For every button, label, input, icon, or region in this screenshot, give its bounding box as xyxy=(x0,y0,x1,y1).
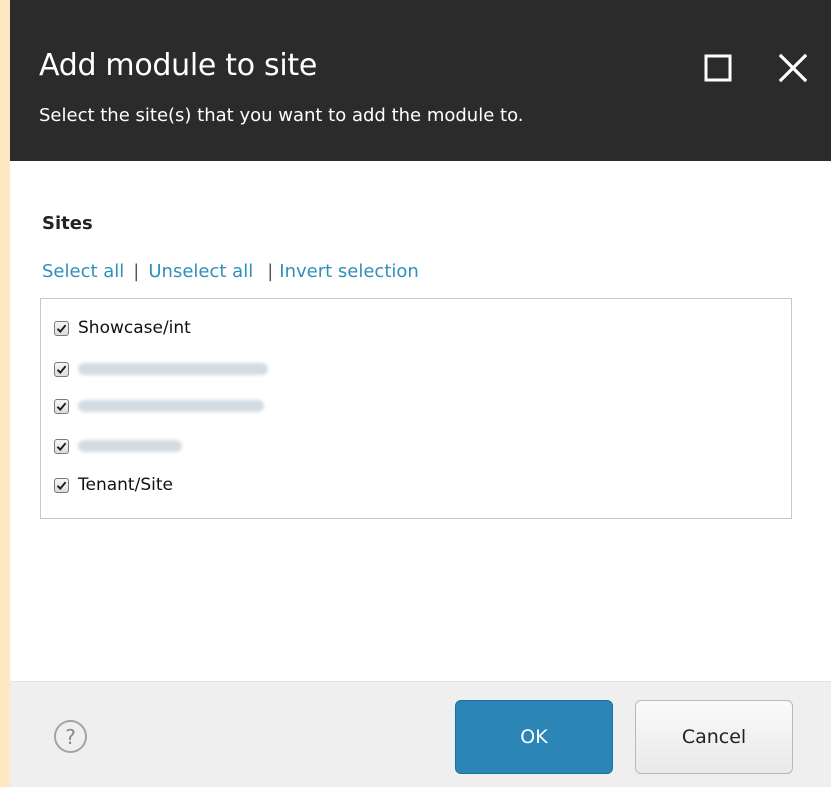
unselect-all-link[interactable]: Unselect all xyxy=(148,261,253,282)
site-checkbox[interactable] xyxy=(54,438,69,454)
close-button[interactable] xyxy=(775,50,811,86)
site-checkbox[interactable] xyxy=(54,477,69,493)
maximize-button[interactable] xyxy=(700,50,736,86)
dialog-title: Add module to site xyxy=(39,48,318,83)
dialog-content: Sites Select all | Unselect all | Invert sel… xyxy=(10,161,831,681)
site-item: Tenant/Site xyxy=(54,473,173,497)
help-icon: ? xyxy=(65,724,76,749)
site-item: Showcase/int xyxy=(54,316,191,340)
site-label: Showcase/int xyxy=(78,318,191,338)
site-item xyxy=(54,434,182,458)
checkmark-icon xyxy=(56,365,67,374)
site-label: Tenant/Site xyxy=(78,475,173,495)
site-label-redacted xyxy=(78,363,268,375)
link-separator: | xyxy=(267,261,274,282)
link-separator: | xyxy=(133,261,140,282)
dialog-subtitle: Select the site(s) that you want to add … xyxy=(39,105,524,126)
help-button[interactable]: ? xyxy=(54,720,87,753)
checkmark-icon xyxy=(56,324,67,333)
ok-button[interactable]: OK xyxy=(455,700,613,774)
site-label-redacted xyxy=(78,400,264,412)
checkmark-icon xyxy=(56,481,67,490)
close-icon xyxy=(778,53,808,83)
site-item xyxy=(54,394,264,418)
site-item xyxy=(54,357,268,381)
sites-label: Sites xyxy=(42,213,93,234)
select-all-link[interactable]: Select all xyxy=(42,261,124,282)
cancel-button[interactable]: Cancel xyxy=(635,700,793,774)
dialog-header: Add module to site Select the site(s) th… xyxy=(10,0,831,161)
invert-selection-link[interactable]: Invert selection xyxy=(279,261,419,282)
site-checkbox[interactable] xyxy=(54,361,69,377)
maximize-icon xyxy=(704,54,732,82)
selection-links: Select all | Unselect all | Invert selection xyxy=(42,261,419,282)
dialog-footer: ? OK Cancel xyxy=(10,681,831,787)
site-checkbox[interactable] xyxy=(54,398,69,414)
checkmark-icon xyxy=(56,442,67,451)
site-checkbox[interactable] xyxy=(54,320,69,336)
site-label-redacted xyxy=(78,440,182,452)
sites-list: Showcase/int Tenant/Site xyxy=(40,298,792,519)
add-module-dialog: Add module to site Select the site(s) th… xyxy=(10,0,831,787)
checkmark-icon xyxy=(56,402,67,411)
